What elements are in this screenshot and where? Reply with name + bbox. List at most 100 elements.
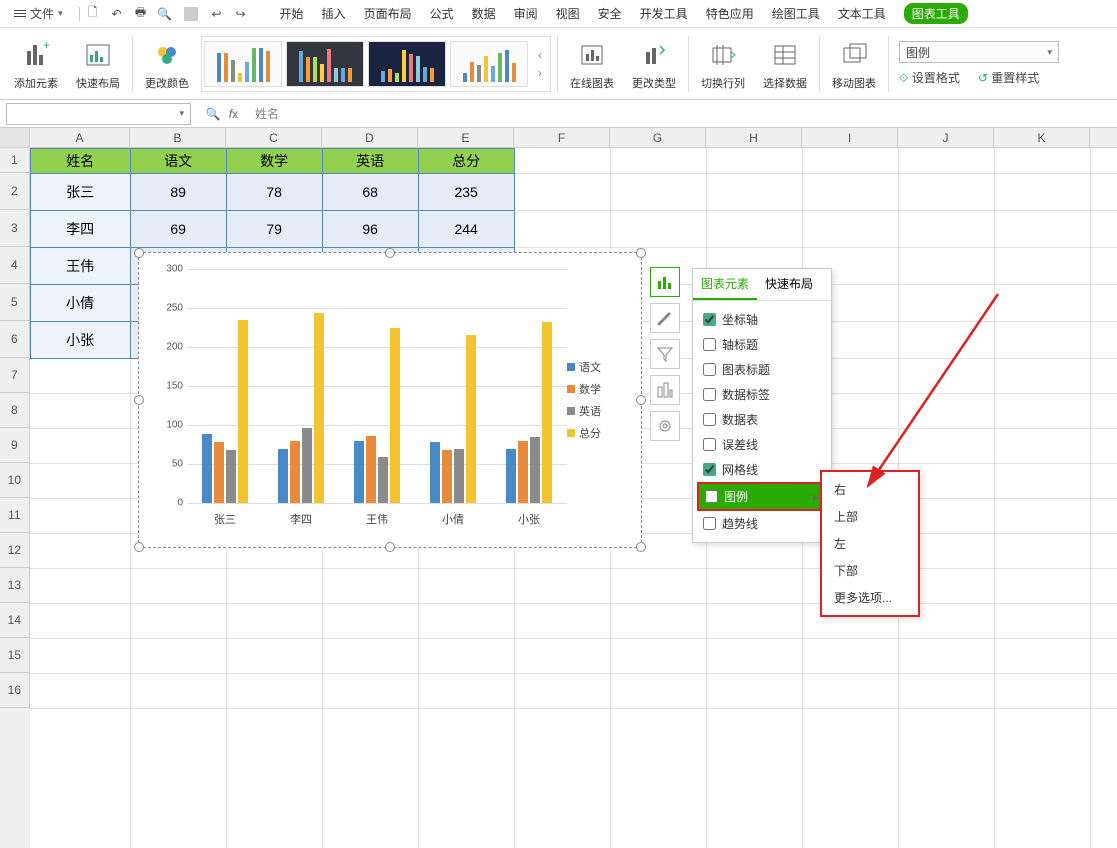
chart-element-item[interactable]: 网格线 [697, 457, 827, 482]
col-header[interactable]: D [322, 128, 418, 147]
name-box[interactable]: ▾ [6, 103, 191, 125]
table-cell[interactable]: 89 [130, 174, 226, 211]
col-header[interactable]: F [514, 128, 610, 147]
ribbon-tab-6[interactable]: 视图 [556, 5, 580, 22]
table-cell[interactable]: 王伟 [30, 248, 130, 285]
resize-handle[interactable] [134, 248, 144, 258]
table-cell[interactable]: 68 [322, 174, 418, 211]
checkbox[interactable] [703, 363, 716, 376]
save-icon[interactable]: 🗋 [86, 7, 100, 21]
ribbon-tab-2[interactable]: 页面布局 [364, 5, 412, 22]
chart-element-item[interactable]: 数据表 [697, 407, 827, 432]
table-header[interactable]: 语文 [130, 149, 226, 174]
checkbox[interactable] [703, 388, 716, 401]
ribbon-tab-7[interactable]: 安全 [598, 5, 622, 22]
bar[interactable] [430, 442, 440, 503]
bar[interactable] [378, 457, 388, 503]
menu-item[interactable]: 左 [822, 530, 918, 557]
ribbon-tab-9[interactable]: 特色应用 [706, 5, 754, 22]
col-header[interactable]: H [706, 128, 802, 147]
col-header[interactable]: B [130, 128, 226, 147]
bar[interactable] [354, 441, 364, 503]
resize-handle[interactable] [385, 542, 395, 552]
table-cell[interactable]: 小张 [30, 322, 130, 359]
table-cell[interactable]: 小倩 [30, 285, 130, 322]
bar[interactable] [530, 437, 540, 503]
online-chart[interactable]: 在线图表 [564, 32, 620, 95]
chart-style-button[interactable] [650, 303, 680, 333]
checkbox[interactable] [703, 313, 716, 326]
bar[interactable] [506, 449, 516, 503]
row-header[interactable]: 15 [0, 638, 30, 673]
row-header[interactable]: 14 [0, 603, 30, 638]
legend-item[interactable]: 语文 [567, 359, 623, 375]
table-header[interactable]: 英语 [322, 149, 418, 174]
row-header[interactable]: 12 [0, 533, 30, 568]
row-header[interactable]: 9 [0, 428, 30, 463]
chart-element-item[interactable]: 趋势线 [697, 511, 827, 536]
menu-item[interactable]: 右 [822, 476, 918, 503]
chart-element-item[interactable]: 轴标题 [697, 332, 827, 357]
row-header[interactable]: 16 [0, 673, 30, 708]
checkbox[interactable] [703, 463, 716, 476]
row-header[interactable]: 13 [0, 568, 30, 603]
change-color-group[interactable]: 更改颜色 [139, 32, 195, 95]
chart-filter-button[interactable] [650, 339, 680, 369]
table-cell[interactable]: 235 [418, 174, 514, 211]
bar[interactable] [214, 442, 224, 503]
fx-icon[interactable]: fx [229, 107, 238, 121]
undo-icon[interactable]: ↩ [210, 7, 224, 21]
bar[interactable] [302, 428, 312, 503]
chart-layout-button[interactable] [650, 375, 680, 405]
bar[interactable] [238, 320, 248, 503]
col-header[interactable]: E [418, 128, 514, 147]
chart-object[interactable]: 050100150200250300张三李四王伟小倩小张语文数学英语总分 [138, 252, 642, 548]
table-header[interactable]: 总分 [418, 149, 514, 174]
style-thumb[interactable] [204, 41, 282, 87]
row-header[interactable]: 8 [0, 393, 30, 428]
ribbon-tab-10[interactable]: 绘图工具 [772, 5, 820, 22]
change-type[interactable]: 更改类型 [626, 32, 682, 95]
bar[interactable] [202, 434, 212, 503]
bar[interactable] [466, 335, 476, 503]
chart-element-item[interactable]: 图例▸ [697, 482, 827, 511]
resize-handle[interactable] [636, 542, 646, 552]
checkbox[interactable] [703, 517, 716, 530]
style-thumb[interactable] [450, 41, 528, 87]
set-format-button[interactable]: ⟐ 设置格式 [899, 69, 960, 86]
move-chart[interactable]: 移动图表 [826, 32, 882, 95]
switch-rowcol[interactable]: 切换行列 [695, 32, 751, 95]
search-icon[interactable]: 🔍 [206, 107, 221, 121]
menu-item[interactable]: 下部 [822, 557, 918, 584]
bar[interactable] [278, 449, 288, 503]
quick-layout-group[interactable]: 快速布局 [70, 32, 126, 95]
table-cell[interactable]: 李四 [30, 211, 130, 248]
style-thumb[interactable] [368, 41, 446, 87]
tab-quick-layout[interactable]: 快速布局 [757, 269, 821, 300]
chart-element-item[interactable]: 坐标轴 [697, 307, 827, 332]
chart-style-gallery[interactable]: ‹› [201, 36, 551, 92]
resize-handle[interactable] [134, 395, 144, 405]
col-header[interactable]: A [30, 128, 130, 147]
bar[interactable] [454, 449, 464, 503]
chart-element-item[interactable]: 图表标题 [697, 357, 827, 382]
table-cell[interactable]: 96 [322, 211, 418, 248]
row-header[interactable]: 11 [0, 498, 30, 533]
checkbox[interactable] [705, 490, 718, 503]
row-header[interactable]: 3 [0, 210, 30, 247]
tab-chart-elements[interactable]: 图表元素 [693, 269, 757, 300]
table-cell[interactable]: 244 [418, 211, 514, 248]
table-header[interactable]: 姓名 [30, 149, 130, 174]
ribbon-tab-3[interactable]: 公式 [430, 5, 454, 22]
col-header[interactable]: C [226, 128, 322, 147]
bar[interactable] [314, 313, 324, 503]
col-header[interactable]: J [898, 128, 994, 147]
row-header[interactable]: 6 [0, 321, 30, 358]
ribbon-tab-8[interactable]: 开发工具 [640, 5, 688, 22]
col-header[interactable]: G [610, 128, 706, 147]
ribbon-tab-0[interactable]: 开始 [280, 5, 304, 22]
row-header[interactable]: 1 [0, 148, 30, 173]
bar[interactable] [518, 441, 528, 503]
row-header[interactable]: 7 [0, 358, 30, 393]
row-header[interactable]: 5 [0, 284, 30, 321]
